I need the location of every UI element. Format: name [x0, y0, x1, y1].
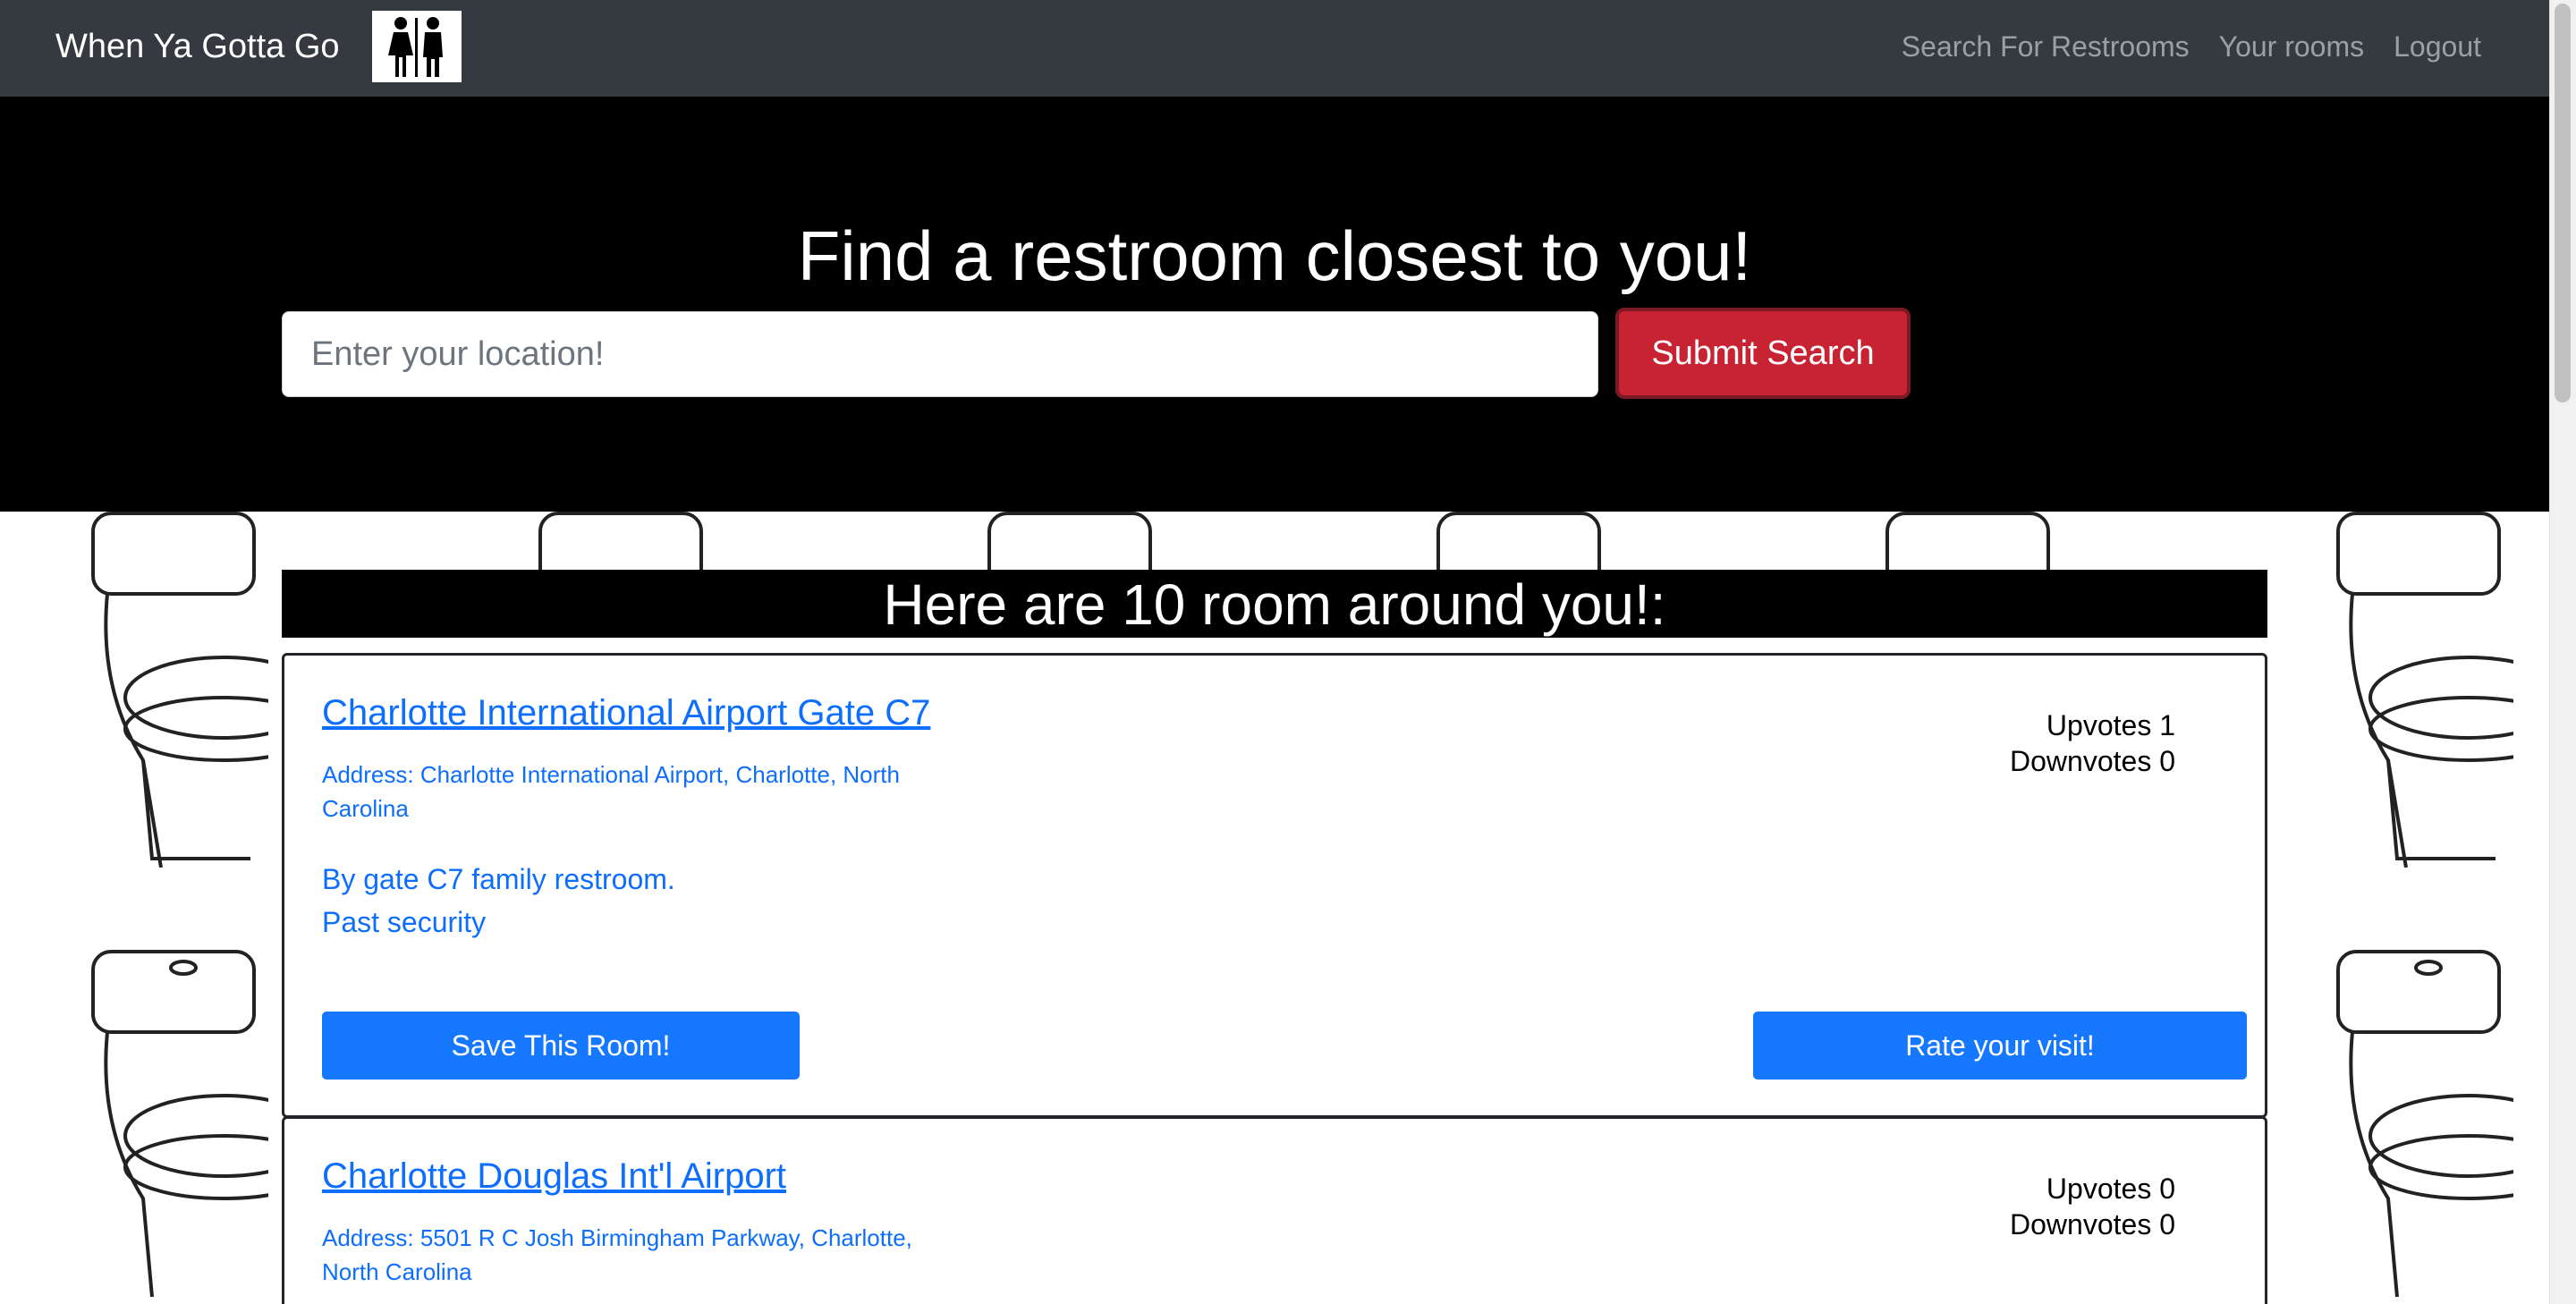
restroom-address: Address: 5501 R C Josh Birmingham Parkwa…: [322, 1224, 912, 1285]
upvotes-count: Upvotes 0: [2046, 1173, 2175, 1205]
toilet-outline-icon: [91, 950, 268, 1298]
nav-your-rooms[interactable]: Your rooms: [2219, 23, 2364, 70]
restroom-sign-icon[interactable]: [372, 11, 462, 82]
save-room-button[interactable]: Save This Room!: [322, 1012, 800, 1080]
rate-visit-button[interactable]: Rate your visit!: [1753, 1012, 2247, 1080]
description-line: By gate C7 family restroom.: [322, 863, 675, 895]
results-header: Here are 10 room around you!:: [282, 570, 2267, 638]
brand-link[interactable]: When Ya Gotta Go: [55, 23, 340, 70]
downvotes-count: Downvotes 0: [2010, 745, 2175, 777]
description-line: Past security: [322, 906, 487, 938]
scrollbar-thumb[interactable]: [2555, 4, 2571, 402]
vote-counts: Upvotes 1 Downvotes 0: [2010, 707, 2175, 779]
restroom-card: Charlotte Douglas Int'l Airport Address:…: [282, 1116, 2267, 1304]
nav-logout[interactable]: Logout: [2394, 23, 2481, 70]
restroom-description: By gate C7 family restroom. Past securit…: [322, 858, 675, 944]
nav-links: Search For Restrooms Your rooms Logout: [1902, 23, 2481, 70]
submit-search-button[interactable]: Submit Search: [1615, 308, 1911, 399]
toilet-outline-icon: [91, 512, 268, 868]
location-search-input[interactable]: [282, 311, 1598, 397]
toilet-outline-icon: [2336, 950, 2513, 1298]
restroom-address: Address: Charlotte International Airport…: [322, 761, 900, 822]
downvotes-count: Downvotes 0: [2010, 1208, 2175, 1240]
search-hero: Find a restroom closest to you! Submit S…: [0, 97, 2549, 512]
hero-title: Find a restroom closest to you!: [797, 216, 1752, 295]
restroom-card: Charlotte International Airport Gate C7 …: [282, 653, 2267, 1118]
restroom-title-link[interactable]: Charlotte Douglas Int'l Airport: [322, 1153, 786, 1199]
restroom-title-link[interactable]: Charlotte International Airport Gate C7: [322, 690, 930, 736]
top-navbar: When Ya Gotta Go Search For Restrooms Yo…: [0, 0, 2549, 97]
vote-counts: Upvotes 0 Downvotes 0: [2010, 1171, 2175, 1242]
toilet-outline-icon: [2336, 512, 2513, 868]
upvotes-count: Upvotes 1: [2046, 709, 2175, 741]
nav-search-restrooms[interactable]: Search For Restrooms: [1902, 23, 2190, 70]
